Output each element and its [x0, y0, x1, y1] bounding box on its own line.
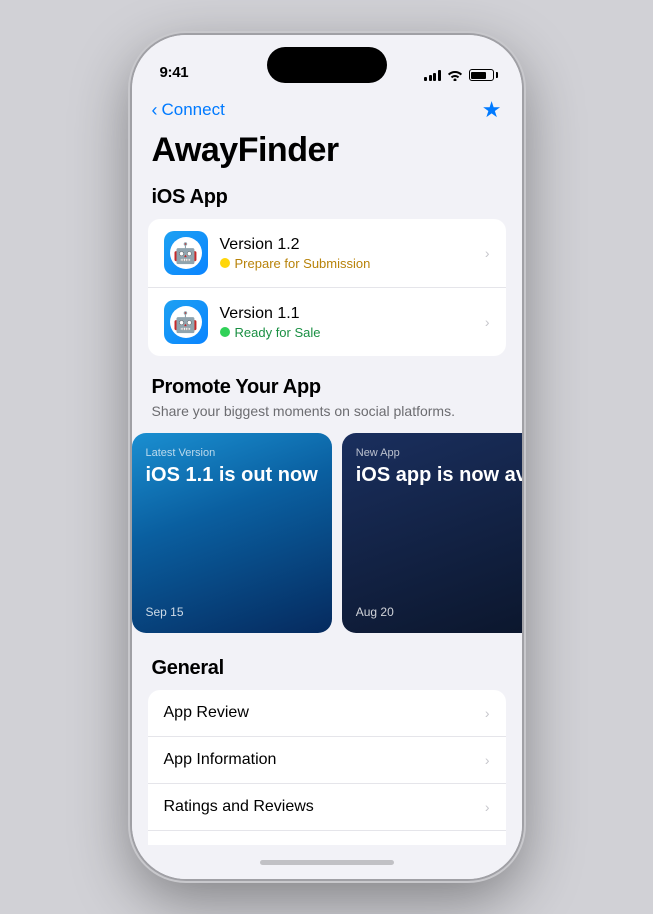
chevron-right-icon-review: › — [485, 705, 490, 721]
app-icon-1: 🤖 — [164, 231, 208, 275]
promote-section: Promote Your App Share your biggest mome… — [132, 376, 522, 649]
app-icon-2: 🤖 — [164, 300, 208, 344]
general-item-app-review[interactable]: App Review › — [148, 690, 506, 737]
signal-bars-icon — [424, 69, 441, 81]
battery-icon — [469, 69, 494, 81]
general-item-text-ratings: Ratings and Reviews — [164, 798, 485, 816]
general-section: General App Review › App Information › R… — [132, 649, 522, 845]
promote-title: Promote Your App — [152, 376, 502, 399]
star-button[interactable]: ★ — [482, 97, 502, 123]
chevron-right-icon-1: › — [485, 245, 490, 261]
status-dot-green — [220, 327, 230, 337]
promote-cards[interactable]: Latest Version iOS 1.1 is out now Sep 15… — [132, 433, 522, 637]
platform-label: iOS App — [132, 186, 522, 219]
promote-card-1-label: Latest Version — [146, 447, 318, 459]
home-bar — [260, 860, 394, 865]
status-dot-yellow — [220, 258, 230, 268]
chevron-right-icon-info: › — [485, 752, 490, 768]
phone-frame: 9:41 ‹ — [132, 35, 522, 879]
wifi-icon — [447, 69, 463, 81]
version-status-2: Ready for Sale — [220, 325, 485, 340]
version-status-text-1: Prepare for Submission — [235, 256, 371, 271]
app-icon-face-1: 🤖 — [173, 241, 198, 266]
app-title-section: AwayFinder — [132, 127, 522, 186]
general-item-text-info: App Information — [164, 751, 485, 769]
back-label: Connect — [162, 100, 225, 120]
promote-subtitle: Share your biggest moments on social pla… — [152, 403, 502, 419]
app-icon-inner-1: 🤖 — [170, 237, 202, 269]
promote-card-1[interactable]: Latest Version iOS 1.1 is out now Sep 15 — [132, 433, 332, 633]
version-name-1: Version 1.2 — [220, 236, 485, 254]
back-button[interactable]: ‹ Connect — [152, 100, 225, 120]
version-item-2[interactable]: 🤖 Version 1.1 Ready for Sale › — [148, 288, 506, 356]
general-item-app-information[interactable]: App Information › — [148, 737, 506, 784]
general-item-ratings[interactable]: Ratings and Reviews › — [148, 784, 506, 831]
versions-group: 🤖 Version 1.2 Prepare for Submission › — [148, 219, 506, 356]
screen: 9:41 ‹ — [132, 35, 522, 879]
dynamic-island — [267, 47, 387, 83]
home-indicator — [132, 845, 522, 879]
general-group: App Review › App Information › Ratings a… — [148, 690, 506, 845]
version-info-2: Version 1.1 Ready for Sale — [220, 305, 485, 340]
version-info-1: Version 1.2 Prepare for Submission — [220, 236, 485, 271]
promote-card-1-top: Latest Version iOS 1.1 is out now — [146, 447, 318, 487]
app-title: AwayFinder — [152, 131, 502, 170]
promote-card-1-date: Sep 15 — [146, 605, 318, 619]
back-chevron-icon: ‹ — [152, 101, 158, 119]
promote-card-2-date: Aug 20 — [356, 605, 522, 619]
status-time: 9:41 — [160, 64, 189, 81]
version-status-text-2: Ready for Sale — [235, 325, 321, 340]
chevron-right-icon-2: › — [485, 314, 490, 330]
scroll-content[interactable]: ‹ Connect ★ AwayFinder iOS App 🤖 — [132, 89, 522, 845]
chevron-right-icon-ratings: › — [485, 799, 490, 815]
nav-bar: ‹ Connect ★ — [132, 89, 522, 127]
promote-card-2-title: iOS app is now available — [356, 463, 522, 487]
promote-card-1-title: iOS 1.1 is out now — [146, 463, 318, 487]
promote-card-2-top: New App iOS app is now available — [356, 447, 522, 487]
general-label: General — [132, 649, 522, 690]
promote-card-2[interactable]: New App iOS app is now available Aug 20 — [342, 433, 522, 633]
version-status-1: Prepare for Submission — [220, 256, 485, 271]
app-icon-face-2: 🤖 — [173, 310, 198, 335]
version-item-1[interactable]: 🤖 Version 1.2 Prepare for Submission › — [148, 219, 506, 288]
general-item-text-review: App Review — [164, 704, 485, 722]
status-icons — [424, 69, 494, 81]
promote-card-2-label: New App — [356, 447, 522, 459]
version-name-2: Version 1.1 — [220, 305, 485, 323]
app-icon-inner-2: 🤖 — [170, 306, 202, 338]
general-item-trends[interactable]: Trends › — [148, 831, 506, 845]
